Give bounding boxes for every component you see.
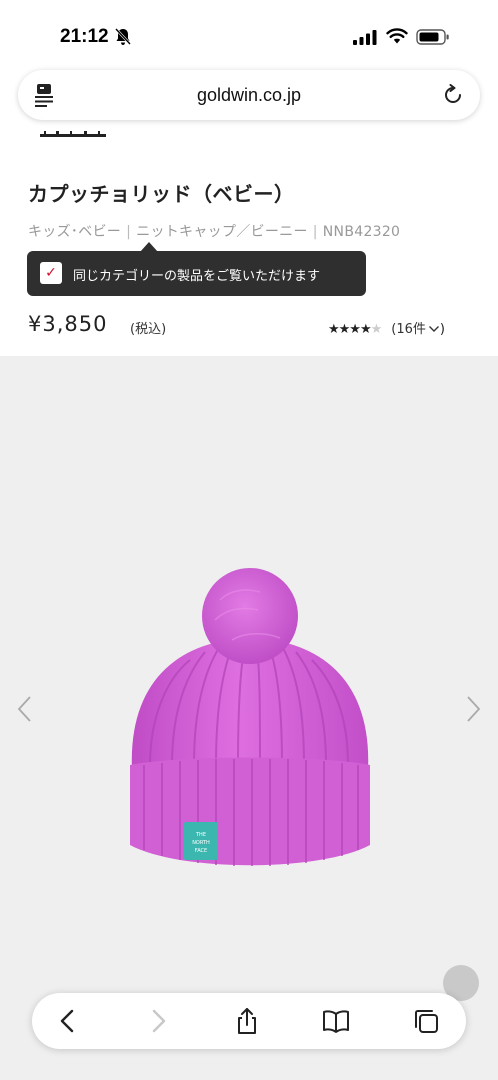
share-icon[interactable] (233, 1007, 261, 1035)
checkmark-icon[interactable]: ✓ (40, 262, 62, 284)
site-logo-fragment (40, 131, 106, 137)
forward-icon[interactable] (144, 1007, 172, 1035)
tax-label: (税込) (130, 322, 167, 337)
star-rating-empty: ★ (370, 322, 383, 337)
product-code: NNB42320 (322, 224, 401, 240)
breadcrumb-subcategory[interactable]: ニットキャップ／ビーニー (136, 224, 308, 240)
svg-text:NORTH: NORTH (192, 840, 210, 846)
url-text[interactable]: goldwin.co.jp (18, 85, 480, 106)
review-count-close: ) (439, 322, 445, 337)
star-rating-filled: ★★★★ (328, 322, 372, 337)
svg-text:FACE: FACE (195, 848, 207, 854)
status-bar: 21:12 (0, 0, 498, 70)
rating[interactable]: ★★★★★ (16件) (328, 318, 445, 337)
breadcrumb-category[interactable]: キッズ･ベビー (28, 224, 121, 240)
product-image-beanie: THE NORTH FACE (130, 568, 370, 866)
breadcrumb: キッズ･ベビー | ニットキャップ／ビーニー | NNB42320 (28, 224, 401, 240)
back-icon[interactable] (54, 1007, 82, 1035)
chevron-right-icon[interactable] (462, 694, 484, 724)
chevron-left-icon[interactable] (14, 694, 36, 724)
review-count[interactable]: (16件 (391, 322, 426, 337)
svg-text:THE: THE (195, 832, 206, 838)
wifi-icon (386, 28, 408, 44)
category-tooltip[interactable]: ✓ 同じカテゴリーの製品をご覧いただけます (27, 251, 366, 296)
status-time: 21:12 (60, 26, 109, 47)
bookmarks-icon[interactable] (322, 1007, 350, 1035)
product-title: カプッチョリッド（ベビー） (28, 182, 295, 206)
browser-toolbar (32, 993, 466, 1049)
address-bar[interactable]: goldwin.co.jp (18, 70, 480, 120)
cellular-signal-icon (353, 30, 377, 45)
reload-icon[interactable] (442, 84, 464, 106)
battery-icon (416, 29, 449, 45)
tabs-icon[interactable] (412, 1007, 440, 1035)
bell-slash-icon (115, 28, 131, 45)
chevron-down-icon[interactable] (428, 324, 440, 334)
tooltip-text: 同じカテゴリーの製品をご覧いただけます (73, 269, 321, 284)
price: ¥3,850 (28, 312, 108, 336)
